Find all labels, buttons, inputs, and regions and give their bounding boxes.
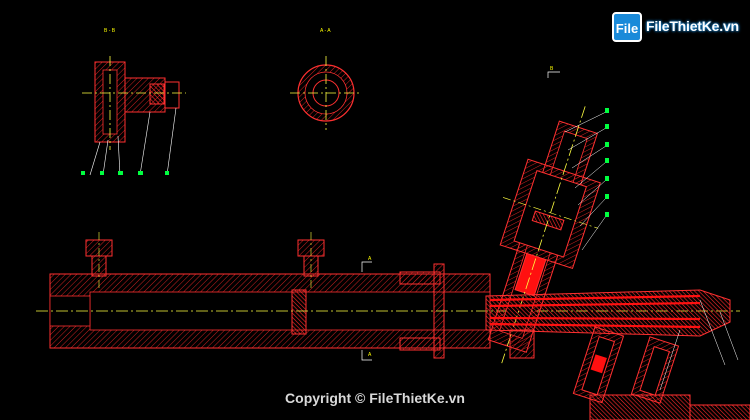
section-a-a-label: A - A — [320, 28, 331, 34]
cut-label-b: B — [550, 66, 554, 72]
logo-mark-icon: File — [612, 12, 642, 42]
section-b-b-label: B - B — [104, 28, 116, 34]
section-a-a-view: A - A — [290, 28, 362, 130]
cad-drawing-canvas: B - B A - A A A B — [36, 28, 750, 420]
section-b-b-view: B - B — [81, 28, 186, 176]
logo-text: FileThietKe.vn — [646, 18, 739, 34]
cut-label-a-top: A — [368, 256, 372, 262]
copyright-watermark: Copyright © FileThietKe.vn — [285, 390, 465, 406]
cut-label-a-bottom: A — [368, 352, 372, 358]
filethietke-logo[interactable]: File FileThietKe.vn — [612, 12, 742, 46]
